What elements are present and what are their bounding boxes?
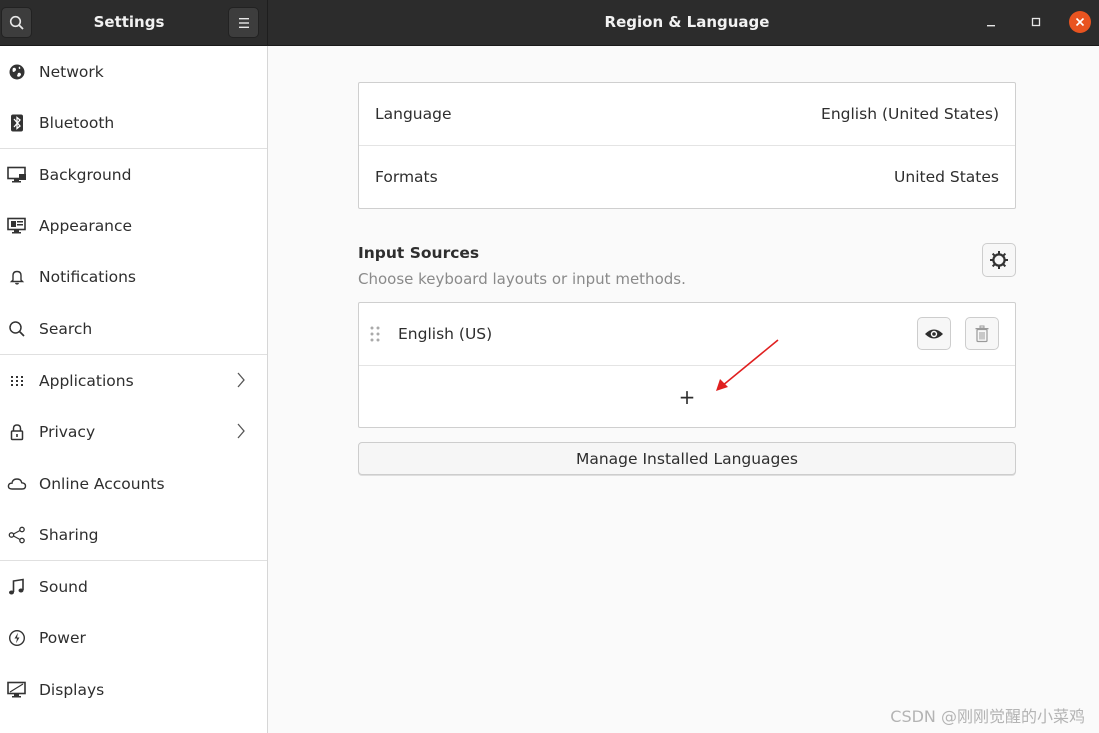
- manage-installed-languages-button[interactable]: Manage Installed Languages: [358, 442, 1016, 475]
- sidebar-item-power[interactable]: Power: [0, 612, 267, 663]
- drag-handle-icon[interactable]: [369, 325, 381, 347]
- maximize-button[interactable]: [1025, 11, 1047, 33]
- sidebar-item-label: Displays: [39, 680, 105, 699]
- sidebar-item-label: Applications: [39, 371, 134, 390]
- chevron-right-icon: [236, 371, 246, 393]
- app-title: Settings: [93, 13, 165, 31]
- minimize-button[interactable]: [980, 11, 1002, 33]
- sidebar-item-label: Notifications: [39, 267, 137, 286]
- gear-icon: [990, 251, 1008, 269]
- music-note-icon: [7, 577, 27, 597]
- formats-row[interactable]: Formats United States: [359, 146, 1015, 208]
- preview-layout-button[interactable]: [917, 317, 951, 350]
- input-sources-subtitle: Choose keyboard layouts or input methods…: [358, 270, 686, 288]
- sidebar-item-notifications[interactable]: Notifications: [0, 251, 267, 302]
- input-source-label: English (US): [398, 325, 493, 343]
- annotation-arrow: [716, 339, 779, 391]
- bell-icon: [7, 267, 27, 287]
- display-icon: [7, 680, 27, 700]
- close-icon: [1075, 17, 1085, 27]
- menu-button[interactable]: [228, 7, 259, 38]
- header-bar: Settings Region & Language: [0, 0, 1099, 46]
- language-label: Language: [375, 105, 452, 123]
- sidebar-item-background[interactable]: Background: [0, 149, 267, 200]
- sidebar-item-label: Sharing: [39, 525, 99, 544]
- sidebar-item-label: Background: [39, 165, 132, 184]
- sidebar-item-label: Sound: [39, 577, 88, 596]
- close-button[interactable]: [1069, 11, 1091, 33]
- appearance-icon: [7, 216, 27, 236]
- sidebar-item-privacy[interactable]: Privacy: [0, 406, 267, 457]
- sidebar-item-label: Appearance: [39, 216, 133, 235]
- sidebar: Network Bluetooth Background Appearance …: [0, 46, 268, 733]
- input-source-row[interactable]: English (US): [359, 303, 1015, 365]
- main-panel: Language English (United States) Formats…: [268, 46, 1099, 733]
- sidebar-item-label: Power: [39, 628, 86, 647]
- watermark: CSDN @刚刚觉醒的小菜鸡: [890, 707, 1085, 726]
- sidebar-item-label: Privacy: [39, 422, 96, 441]
- sidebar-item-online-accounts[interactable]: Online Accounts: [0, 458, 267, 509]
- sidebar-item-label: Online Accounts: [39, 474, 165, 493]
- sidebar-item-label: Bluetooth: [39, 113, 115, 132]
- sidebar-item-label: Search: [39, 319, 93, 338]
- share-icon: [7, 525, 27, 545]
- input-sources-options-button[interactable]: [982, 243, 1016, 277]
- hamburger-icon: [238, 17, 249, 28]
- sidebar-item-label: Network: [39, 62, 104, 81]
- monitor-icon: [7, 165, 27, 185]
- sidebar-item-bluetooth[interactable]: Bluetooth: [0, 97, 267, 148]
- sidebar-header: Settings: [0, 0, 268, 46]
- lock-icon: [7, 422, 27, 442]
- input-sources-list: English (US) +: [358, 302, 1016, 428]
- sidebar-item-sharing[interactable]: Sharing: [0, 509, 267, 560]
- search-icon: [7, 319, 27, 339]
- search-button[interactable]: [1, 7, 32, 38]
- globe-icon: [7, 62, 27, 82]
- minimize-icon: [987, 25, 995, 27]
- page-title: Region & Language: [604, 13, 770, 31]
- sidebar-item-network[interactable]: Network: [0, 46, 267, 97]
- trash-icon: [975, 325, 989, 342]
- search-icon: [9, 15, 24, 30]
- sidebar-item-displays[interactable]: Displays: [0, 664, 267, 715]
- sidebar-item-search[interactable]: Search: [0, 303, 267, 354]
- remove-input-source-button[interactable]: [965, 317, 999, 350]
- sidebar-item-sound[interactable]: Sound: [0, 561, 267, 612]
- eye-icon: [925, 329, 943, 338]
- grid-icon: [7, 371, 27, 391]
- region-card: Language English (United States) Formats…: [358, 82, 1016, 209]
- formats-label: Formats: [375, 168, 438, 186]
- maximize-icon: [1031, 17, 1041, 27]
- add-input-source-button[interactable]: +: [359, 366, 1015, 428]
- bluetooth-icon: [7, 113, 27, 133]
- chevron-right-icon: [236, 422, 246, 444]
- language-row[interactable]: Language English (United States): [359, 83, 1015, 145]
- plus-icon: +: [678, 385, 696, 409]
- power-icon: [7, 628, 27, 648]
- sidebar-item-applications[interactable]: Applications: [0, 355, 267, 406]
- input-sources-title: Input Sources: [358, 244, 480, 262]
- cloud-icon: [7, 474, 27, 494]
- sidebar-item-appearance[interactable]: Appearance: [0, 200, 267, 251]
- language-value: English (United States): [821, 105, 999, 123]
- formats-value: United States: [894, 168, 999, 186]
